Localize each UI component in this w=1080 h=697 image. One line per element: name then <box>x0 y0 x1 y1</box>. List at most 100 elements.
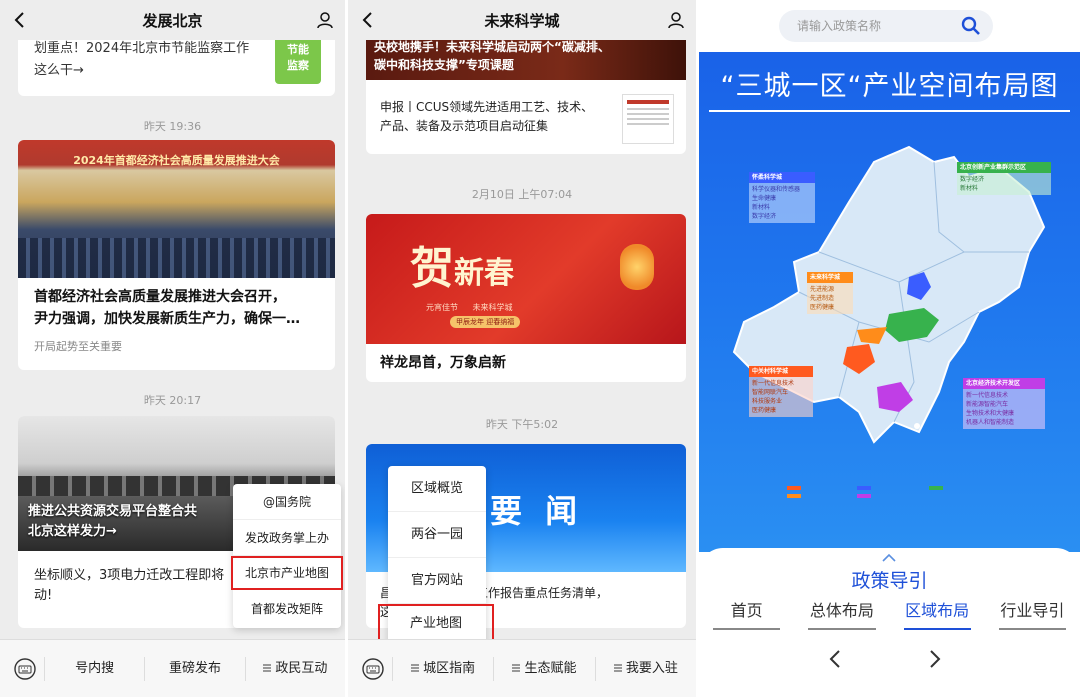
policy-guide-title: 政策导引 <box>851 570 928 592</box>
menu-label: 生态赋能 <box>524 660 577 676</box>
region-items: 新一代信息技术 智能网联汽车 科技服务业 医药健康 <box>749 377 813 417</box>
chevron-up-icon[interactable] <box>881 553 897 563</box>
overlay-title-line: 北京这样发力→ <box>28 524 117 539</box>
map-legend <box>787 486 967 500</box>
overlay-title-line: 推进公共资源交易平台整合共 <box>28 504 198 519</box>
menu-interaction[interactable]: 政民互动 <box>244 656 345 681</box>
menu-label: 我要入驻 <box>625 660 678 676</box>
region-name: 未来科学城 <box>807 272 853 283</box>
region-label-innovation[interactable]: 北京创新产业集群示范区 数字经济 新材料 <box>957 162 1051 195</box>
submenu-icon <box>512 664 521 672</box>
menu-bar: 号内搜 重磅发布 政民互动 <box>0 639 345 697</box>
region-label-zhongguancun[interactable]: 中关村科学城 新一代信息技术 智能网联汽车 科技服务业 医药健康 <box>749 366 813 417</box>
conference-banner-text: 2024年首都经济社会高质量发展推进大会 <box>73 154 280 167</box>
region-name: 北京经济技术开发区 <box>963 378 1045 389</box>
menu-label: 城区指南 <box>423 660 476 676</box>
menu-search[interactable]: 号内搜 <box>44 656 144 681</box>
search-placeholder: 请输入政策名称 <box>797 19 882 33</box>
tab-home[interactable]: 首页 <box>699 596 794 632</box>
article-card-carbon[interactable]: 央校地携手！未来科学城启动两个“碳减排、 碳中和科技支撑”专项课题 申报丨CCU… <box>366 20 686 154</box>
region-item: 科学仪器和传感器 <box>752 186 801 193</box>
conference-photo: 2024年首都经济社会高质量发展推进大会 <box>18 140 335 278</box>
search-icon[interactable] <box>961 16 981 36</box>
account-title: 未来科学城 <box>484 11 560 30</box>
popup-item-gov-affairs[interactable]: 发改政务掌上办 <box>233 520 341 556</box>
tab-industry-guide[interactable]: 行业导引 <box>985 596 1080 632</box>
menu-settle-in[interactable]: 我要入驻 <box>594 656 696 681</box>
menu-label: 政民互动 <box>275 660 328 676</box>
user-profile-icon[interactable] <box>666 10 686 30</box>
region-items: 新一代信息技术 新能源智能汽车 生物技术和大健康 机器人和智能制造 <box>963 389 1045 429</box>
energy-audit-badge: 节能 监察 <box>275 34 321 84</box>
banner-small-text: 未来科学城 <box>472 303 513 312</box>
forward-icon[interactable] <box>925 648 945 670</box>
popup-item-area-overview[interactable]: 区域概览 <box>388 466 486 512</box>
menu-release[interactable]: 重磅发布 <box>144 656 244 681</box>
document-thumbnail <box>622 94 674 144</box>
wechat-header: 未来科学城 <box>348 0 696 40</box>
popup-item-state-council[interactable]: @国务院 <box>233 484 341 520</box>
region-item: 新一代信息技术 <box>966 392 1009 399</box>
region-name: 中关村科学城 <box>749 366 813 377</box>
beijing-map <box>732 145 1046 444</box>
legend-swatch <box>787 486 801 490</box>
region-items: 数字经济 新材料 <box>957 173 1051 195</box>
timestamp: 2月10日 上午07:04 <box>471 188 573 201</box>
article-card-conference[interactable]: 2024年首都经济社会高质量发展推进大会 首都经济社会高质量发展推进大会召开， … <box>18 140 335 370</box>
tab-regional-layout[interactable]: 区域布局 <box>890 596 985 632</box>
popup-item-official-site[interactable]: 官方网站 <box>388 558 486 604</box>
wechat-header: 发展北京 <box>0 0 345 40</box>
region-name: 北京创新产业集群示范区 <box>957 162 1051 173</box>
back-arrow-icon[interactable] <box>10 10 30 30</box>
back-arrow-icon[interactable] <box>358 10 378 30</box>
banner-line: 碳中和科技支撑”专项课题 <box>374 58 514 72</box>
new-year-banner: 贺新春 元宵佳节 未来科学城 甲辰龙年 迎春纳福 <box>366 214 686 344</box>
audience-rows <box>18 238 335 278</box>
tab-overall-layout[interactable]: 总体布局 <box>794 596 889 632</box>
menu-district-guide[interactable]: 城区指南 <box>392 656 493 681</box>
menu-popup: @国务院 发改政务掌上办 北京市产业地图 首都发改矩阵 <box>231 484 343 628</box>
legend-swatch <box>929 486 943 490</box>
region-item: 数字经济 <box>960 176 985 183</box>
article-title-line: 首都经济社会高质量发展推进大会召开， <box>34 289 286 305</box>
region-label-etown[interactable]: 北京经济技术开发区 新一代信息技术 新能源智能汽车 生物技术和大健康 机器人和智… <box>963 378 1045 429</box>
policy-search-input[interactable]: 请输入政策名称 <box>779 10 993 42</box>
banner-char: 贺 <box>410 243 454 294</box>
popup-item-matrix[interactable]: 首都发改矩阵 <box>233 590 341 628</box>
legend-swatch <box>857 494 871 498</box>
news-banner-text: 要 闻 <box>490 492 584 530</box>
submenu-icon <box>263 664 272 672</box>
popup-item-industry-map[interactable]: 北京市产业地图 <box>231 556 343 590</box>
wechat-panel-future-science-city: 未来科学城 央校地携手！未来科学城启动两个“碳减排、 碳中和科技支撑”专项课题 … <box>348 0 696 697</box>
article-title-line: 申报丨CCUS领域先进适用工艺、技术、 <box>380 100 594 114</box>
region-item: 医药健康 <box>810 304 835 311</box>
article-title-line: 尹力强调，加快发展新质生产力，确保一… <box>34 311 300 327</box>
article-title: 祥龙昂首，万象启新 <box>380 355 506 371</box>
lantern-icon <box>620 244 654 290</box>
keyboard-icon[interactable] <box>14 657 36 680</box>
region-item: 机器人和智能制造 <box>966 419 1015 426</box>
region-item: 新能源智能汽车 <box>966 401 1009 408</box>
legend-swatch <box>787 494 801 498</box>
submenu-icon <box>411 664 420 672</box>
article-subtitle: 开局起势至关重要 <box>34 340 122 353</box>
banner-pill: 甲辰龙年 迎春纳福 <box>450 316 521 328</box>
popup-item-two-valleys[interactable]: 两谷一园 <box>388 512 486 558</box>
region-label-future[interactable]: 未来科学城 先进能源 先进制造 医药健康 <box>807 272 853 314</box>
timestamp: 昨天 下午5:02 <box>485 418 559 431</box>
tab-bar: 首页 总体布局 区域布局 行业导引 <box>699 596 1080 632</box>
back-icon[interactable] <box>825 648 845 670</box>
menu-ecosystem[interactable]: 生态赋能 <box>493 656 594 681</box>
region-item: 医药健康 <box>752 407 777 414</box>
region-label-huairou[interactable]: 怀柔科学城 科学仪器和传感器 生命健康 新材料 数字经济 <box>749 172 815 223</box>
badge-text: 节能 <box>287 43 309 56</box>
region-item: 新材料 <box>960 185 979 192</box>
user-profile-icon[interactable] <box>315 10 335 30</box>
carbon-banner: 央校地携手！未来科学城启动两个“碳减排、 碳中和科技支撑”专项课题 <box>366 34 686 80</box>
legend-swatch <box>857 486 871 490</box>
region-item: 生物技术和大健康 <box>966 410 1015 417</box>
keyboard-icon[interactable] <box>362 657 384 680</box>
article-card-new-year[interactable]: 贺新春 元宵佳节 未来科学城 甲辰龙年 迎春纳福 祥龙昂首，万象启新 <box>366 214 686 382</box>
industry-map-page: 请输入政策名称 “三城一区“产业空间布局图 怀柔科学城 科学仪器和传感器 生命健… <box>699 0 1080 697</box>
popup-item-industry-map[interactable]: 产业地图 <box>378 604 494 644</box>
